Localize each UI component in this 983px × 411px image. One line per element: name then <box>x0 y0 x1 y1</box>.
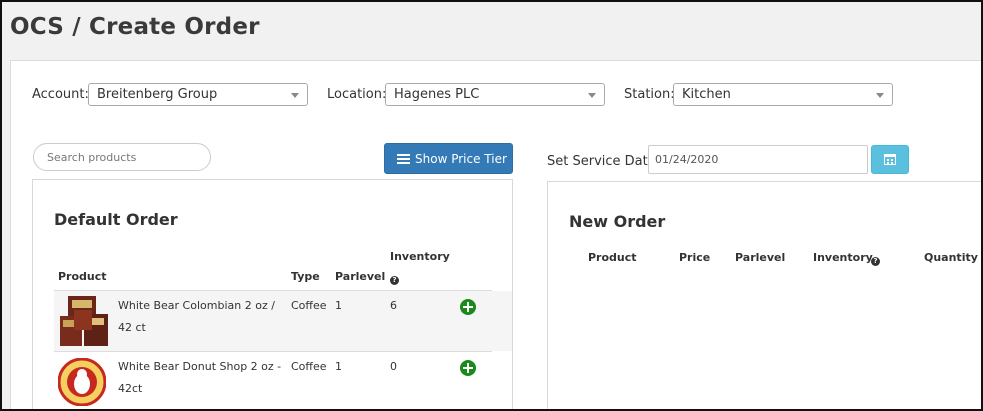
order-panel: Account: Breitenberg Group Location: Hag… <box>10 60 981 409</box>
product-type: Coffee <box>291 299 327 312</box>
calendar-button[interactable] <box>871 145 909 174</box>
search-input[interactable] <box>33 143 211 171</box>
add-icon[interactable] <box>460 360 476 376</box>
list-icon <box>397 154 410 164</box>
help-icon[interactable]: ? <box>390 270 399 289</box>
new-order-box: New Order Product Price Parlevel Invento… <box>547 181 981 409</box>
help-icon[interactable]: ? <box>871 251 880 270</box>
column-header-inventory: Inventory <box>813 251 873 264</box>
station-label: Station: <box>624 87 675 102</box>
product-name: White Bear Colombian 2 oz / 42 ct <box>118 299 275 334</box>
add-icon[interactable] <box>460 299 476 315</box>
product-parlevel: 1 <box>335 299 342 312</box>
product-type: Coffee <box>291 360 327 373</box>
app-frame: OCS / Create Order Account: Breitenberg … <box>0 0 983 411</box>
column-header-price: Price <box>679 251 711 264</box>
page-title: OCS / Create Order <box>10 14 260 40</box>
default-order-box: Default Order Product Type Parlevel Inve… <box>32 179 513 409</box>
column-header-inventory: Inventory <box>390 250 450 263</box>
product-image-donut-shop <box>58 358 106 406</box>
account-label: Account: <box>32 87 89 102</box>
default-order-title: Default Order <box>54 210 178 229</box>
account-select[interactable]: Breitenberg Group <box>88 83 308 106</box>
service-date-label: Set Service Date <box>547 154 656 169</box>
station-select[interactable]: Kitchen <box>673 83 893 106</box>
new-order-title: New Order <box>569 212 666 231</box>
location-select-value: Hagenes PLC <box>394 87 480 102</box>
product-name: White Bear Donut Shop 2 oz - 42ct <box>118 360 282 395</box>
product-inventory: 0 <box>390 360 397 373</box>
product-parlevel: 1 <box>335 360 342 373</box>
show-price-tier-button[interactable]: Show Price Tier <box>384 143 513 174</box>
service-date-input[interactable] <box>648 145 868 174</box>
table-row: White Bear Colombian 2 oz / 42 ct Coffee… <box>54 291 512 351</box>
column-header-product: Product <box>58 270 107 283</box>
account-select-value: Breitenberg Group <box>97 87 218 102</box>
location-select[interactable]: Hagenes PLC <box>385 83 605 106</box>
product-inventory: 6 <box>390 299 397 312</box>
column-header-quantity: Quantity <box>924 251 978 264</box>
product-image-colombian <box>60 296 108 346</box>
column-header-parlevel: Parlevel <box>335 270 386 283</box>
show-price-tier-label: Show Price Tier <box>415 152 507 166</box>
table-row: White Bear Donut Shop 2 oz - 42ct Coffee… <box>54 352 512 409</box>
caret-down-icon <box>876 93 884 98</box>
calendar-icon <box>884 154 896 165</box>
column-header-product: Product <box>588 251 637 264</box>
caret-down-icon <box>588 93 596 98</box>
caret-down-icon <box>291 93 299 98</box>
station-select-value: Kitchen <box>682 87 731 102</box>
column-header-type: Type <box>291 270 320 283</box>
location-label: Location: <box>327 87 387 102</box>
column-header-parlevel: Parlevel <box>735 251 786 264</box>
